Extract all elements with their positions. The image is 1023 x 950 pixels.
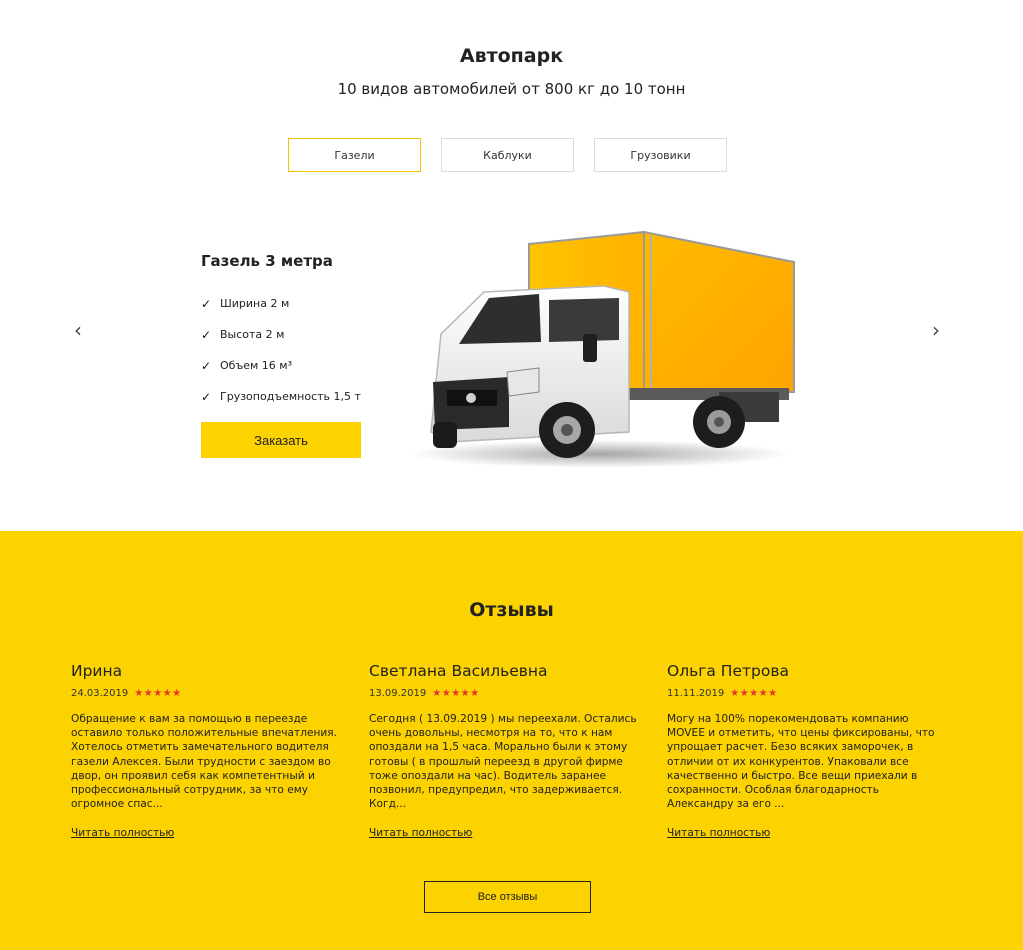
reviews-title: Отзывы [469, 599, 554, 621]
review-author: Ирина [71, 662, 123, 680]
tab-trucks[interactable]: Грузовики [594, 138, 727, 172]
read-more-link[interactable]: Читать полностью [369, 827, 472, 839]
reviews-section: Отзывы Ирина 24.03.2019 ★★★★★ Обращение … [0, 531, 1023, 950]
review-date: 24.03.2019 [71, 688, 129, 699]
spec-item: ✓ Грузоподъемность 1,5 т [201, 381, 391, 412]
star-rating-icon: ★★★★★ [134, 688, 182, 699]
vehicle-specs: ✓ Ширина 2 м ✓ Высота 2 м ✓ Объем 16 м³ … [201, 288, 391, 412]
star-rating-icon: ★★★★★ [730, 688, 778, 699]
check-icon: ✓ [201, 296, 212, 311]
review-card: Светлана Васильевна 13.09.2019 ★★★★★ Сег… [369, 662, 644, 839]
vehicle-name: Газель 3 метра [201, 252, 333, 270]
spec-width: Ширина 2 м [220, 297, 290, 310]
check-icon: ✓ [201, 389, 212, 404]
vehicle-tabs: Газели Каблуки Грузовики [288, 138, 727, 172]
fleet-subtitle: 10 видов автомобилей от 800 кг до 10 тон… [337, 80, 686, 98]
review-meta: 13.09.2019 ★★★★★ [369, 688, 644, 699]
fleet-title: Автопарк [459, 45, 564, 67]
check-icon: ✓ [201, 358, 212, 373]
review-author: Ольга Петрова [667, 662, 789, 680]
all-reviews-button[interactable]: Все отзывы [424, 881, 591, 913]
review-card: Ирина 24.03.2019 ★★★★★ Обращение к вам з… [71, 662, 346, 839]
spec-capacity: Грузоподъемность 1,5 т [220, 390, 361, 403]
spec-item: ✓ Высота 2 м [201, 319, 391, 350]
fleet-section: Автопарк 10 видов автомобилей от 800 кг … [0, 0, 1023, 531]
chevron-right-icon[interactable]: › [926, 318, 946, 342]
read-more-link[interactable]: Читать полностью [71, 827, 174, 839]
spec-item: ✓ Ширина 2 м [201, 288, 391, 319]
review-author: Светлана Васильевна [369, 662, 548, 680]
spec-item: ✓ Объем 16 м³ [201, 350, 391, 381]
tab-kabluki[interactable]: Каблуки [441, 138, 574, 172]
read-more-link[interactable]: Читать полностью [667, 827, 770, 839]
check-icon: ✓ [201, 327, 212, 342]
vehicle-card: Газель 3 метра ✓ Ширина 2 м ✓ Высота 2 м… [201, 252, 391, 458]
spec-volume: Объем 16 м³ [220, 359, 292, 372]
order-button[interactable]: Заказать [201, 422, 361, 458]
review-meta: 24.03.2019 ★★★★★ [71, 688, 346, 699]
truck-illustration [409, 230, 795, 468]
review-text: Могу на 100% порекомендовать компанию MO… [667, 713, 935, 811]
spec-height: Высота 2 м [220, 328, 285, 341]
tab-gazelles[interactable]: Газели [288, 138, 421, 172]
chevron-left-icon[interactable]: ‹ [68, 318, 88, 342]
review-meta: 11.11.2019 ★★★★★ [667, 688, 942, 699]
review-card: Ольга Петрова 11.11.2019 ★★★★★ Могу на 1… [667, 662, 942, 839]
review-date: 13.09.2019 [369, 688, 427, 699]
review-text: Обращение к вам за помощью в переезде ос… [71, 713, 338, 811]
review-date: 11.11.2019 [667, 688, 725, 699]
star-rating-icon: ★★★★★ [432, 688, 480, 699]
review-text: Сегодня ( 13.09.2019 ) мы переехали. Ост… [369, 713, 637, 811]
